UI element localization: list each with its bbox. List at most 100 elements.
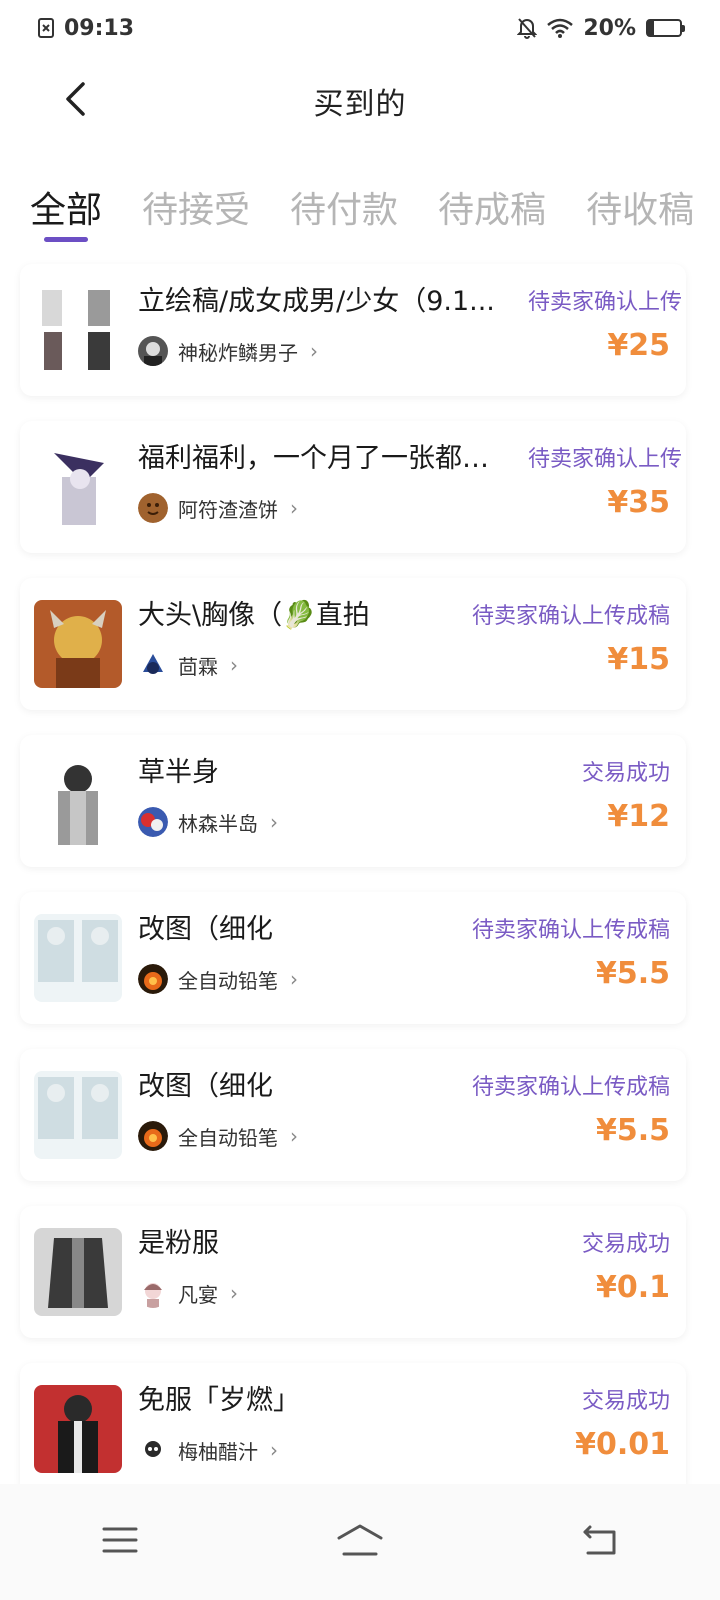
seller-name: 全自动铅笔 [178,1125,278,1150]
order-card[interactable]: 福利福利，一个月了一张都没… 阿符渣渣饼 › 待卖家确认上传 ¥35 [20,421,686,553]
seller-link[interactable]: 梅柚醋汁 › [138,1433,278,1467]
order-title: 立绘稿/成女成男/少女（9.1... [138,286,495,317]
order-card[interactable]: 草半身 林森半岛 › 交易成功 ¥12 [20,735,686,867]
avatar [138,493,168,523]
order-thumbnail [34,443,122,531]
chevron-right-icon: › [290,496,298,520]
seller-name: 全自动铅笔 [178,968,278,993]
seller-link[interactable]: 全自动铅笔 › [138,1119,298,1153]
avatar [138,807,168,837]
order-status: 交易成功 [581,761,670,786]
battery-level [648,21,655,35]
order-price: ¥12 [607,799,670,834]
tab-all[interactable]: 全部 [30,176,102,246]
order-card[interactable]: 改图（细化 全自动铅笔 › 待卖家确认上传成稿 ¥5.5 [20,1049,686,1181]
order-thumbnail [34,757,122,845]
tab-bar: 全部 待接受 待付款 待成稿 待收稿 [0,176,720,246]
page-title: 买到的 [313,87,407,122]
seller-link[interactable]: 林森半岛 › [138,805,278,839]
order-card[interactable]: 立绘稿/成女成男/少女（9.1... 神秘炸鳞男子 › 待卖家确认上传 ¥25 [20,264,686,396]
order-price: ¥25 [607,328,670,363]
avatar [138,1278,168,1308]
chevron-right-icon: › [230,1281,238,1305]
status-bar: 09:13 20% [0,0,720,56]
seller-link[interactable]: 阿符渣渣饼 › [138,491,298,525]
order-status: 待卖家确认上传成稿 [471,918,670,943]
seller-name: 阿符渣渣饼 [178,497,278,522]
back-icon [582,1524,618,1560]
order-title: 大头\胸像（🥬直拍 [138,600,370,631]
order-price: ¥5.5 [595,1113,670,1148]
tab-pending-draft[interactable]: 待成稿 [438,176,546,246]
seller-link[interactable]: 神秘炸鳞男子 › [138,334,318,368]
avatar [138,1121,168,1151]
order-status: 待卖家确认上传 [528,447,683,472]
order-price: ¥15 [607,642,670,677]
order-card[interactable]: 改图（细化 全自动铅笔 › 待卖家确认上传成稿 ¥5.5 [20,892,686,1024]
order-title: 免服「岁燃」 [138,1385,300,1416]
order-price: ¥0.01 [575,1427,670,1462]
home-button[interactable] [315,1507,405,1577]
order-title: 改图（细化 [138,1071,273,1102]
order-status: 待卖家确认上传成稿 [471,604,670,629]
chevron-right-icon: › [270,1438,278,1462]
seller-name: 茴霖 [178,654,218,679]
seller-name: 梅柚醋汁 [178,1439,258,1464]
battery-percent: 20% [583,15,636,41]
chevron-right-icon: › [290,967,298,991]
order-price: ¥35 [607,485,670,520]
status-right: 20% [517,15,685,41]
order-status: 交易成功 [581,1389,670,1414]
back-button[interactable] [50,76,100,126]
chevron-right-icon: › [310,339,318,363]
seller-name: 林森半岛 [178,811,258,836]
tab-pending-receive[interactable]: 待收稿 [586,176,694,246]
order-price: ¥0.1 [595,1270,670,1305]
order-thumbnail [34,1071,122,1159]
sim-icon [38,18,54,38]
avatar [138,1435,168,1465]
system-nav-bar [0,1484,720,1600]
battery-icon [646,19,685,37]
seller-link[interactable]: 全自动铅笔 › [138,962,298,996]
seller-name: 凡宴 [178,1282,218,1307]
tab-pending-accept[interactable]: 待接受 [142,176,250,246]
seller-link[interactable]: 茴霖 › [138,648,238,682]
order-title: 是粉服 [138,1228,219,1259]
status-left: 09:13 [38,16,134,41]
wifi-icon [547,18,574,38]
order-card[interactable]: 是粉服 凡宴 › 交易成功 ¥0.1 [20,1206,686,1338]
home-icon [336,1523,384,1561]
order-status: 待卖家确认上传 [528,290,683,315]
order-title: 福利福利，一个月了一张都没… [138,443,498,474]
status-time: 09:13 [64,15,135,41]
bell-muted-icon [517,17,538,39]
avatar [138,964,168,994]
seller-name: 神秘炸鳞男子 [178,340,298,365]
back-nav-button[interactable] [555,1507,645,1577]
order-thumbnail [34,1385,122,1473]
order-status: 待卖家确认上传成稿 [471,1075,670,1100]
menu-button[interactable] [75,1507,165,1577]
order-thumbnail [34,286,122,374]
order-card[interactable]: 大头\胸像（🥬直拍 茴霖 › 待卖家确认上传成稿 ¥15 [20,578,686,710]
seller-link[interactable]: 凡宴 › [138,1276,238,1310]
header: 买到的 [0,56,720,146]
order-thumbnail [34,1228,122,1316]
order-list: 立绘稿/成女成男/少女（9.1... 神秘炸鳞男子 › 待卖家确认上传 ¥25 … [20,264,686,1520]
chevron-right-icon: › [230,653,238,677]
order-card[interactable]: 免服「岁燃」 梅柚醋汁 › 交易成功 ¥0.01 [20,1363,686,1495]
chevron-left-icon [63,81,87,121]
order-thumbnail [34,914,122,1002]
avatar [138,650,168,680]
order-title: 草半身 [138,757,219,788]
avatar [138,336,168,366]
chevron-right-icon: › [290,1124,298,1148]
order-price: ¥5.5 [595,956,670,991]
tab-pending-payment[interactable]: 待付款 [290,176,398,246]
order-thumbnail [34,600,122,688]
menu-icon [102,1526,138,1558]
chevron-right-icon: › [270,810,278,834]
order-title: 改图（细化 [138,914,273,945]
order-status: 交易成功 [581,1232,670,1257]
